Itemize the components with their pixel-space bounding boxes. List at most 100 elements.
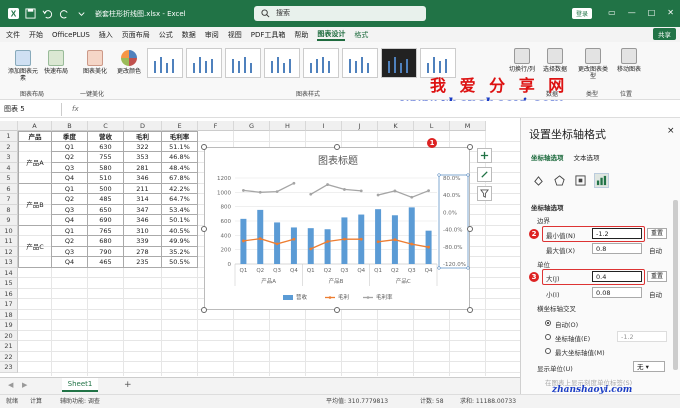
chart-styles-button[interactable]	[477, 167, 492, 182]
tab-file[interactable]: 文件	[6, 30, 20, 40]
chart-resize-handle[interactable]	[201, 226, 207, 232]
table-cell[interactable]: Q4	[52, 257, 88, 268]
row-header[interactable]: 10	[0, 225, 18, 236]
table-cell[interactable]: Q1	[52, 225, 88, 236]
row-header[interactable]: 19	[0, 320, 18, 331]
row-header[interactable]: 16	[0, 288, 18, 299]
table-header-cell[interactable]: 季度	[52, 131, 88, 142]
row-header[interactable]: 8	[0, 204, 18, 215]
chart-resize-handle[interactable]	[334, 307, 340, 313]
chart-style-4[interactable]	[264, 48, 300, 78]
customize-toolbar-icon[interactable]	[76, 8, 87, 19]
table-cell[interactable]: 755	[88, 152, 124, 163]
effects-icon[interactable]	[552, 173, 567, 188]
table-cell[interactable]: 314	[124, 194, 162, 205]
size-properties-icon[interactable]	[573, 173, 588, 188]
table-cell[interactable]: 790	[88, 246, 124, 257]
table-cell[interactable]: Q4	[52, 173, 88, 184]
product-cell[interactable]: 产品C	[18, 225, 52, 268]
column-header[interactable]: E	[162, 121, 198, 131]
row-header[interactable]: 2	[0, 141, 18, 152]
axis-options-icon[interactable]	[594, 173, 609, 188]
table-cell[interactable]: 510	[88, 173, 124, 184]
max-value-input[interactable]: 0.8	[592, 243, 642, 254]
tab-axis-options[interactable]: 坐标轴选项	[531, 152, 564, 162]
table-cell[interactable]: 485	[88, 194, 124, 205]
table-cell[interactable]: Q1	[52, 141, 88, 152]
switch-row-column-button[interactable]: 切换行/列	[506, 48, 538, 73]
save-icon[interactable]	[25, 8, 36, 19]
chart-resize-handle[interactable]	[201, 307, 207, 313]
table-cell[interactable]: 322	[124, 141, 162, 152]
cross-value-radio[interactable]	[545, 334, 551, 340]
table-cell[interactable]: Q2	[52, 236, 88, 247]
table-cell[interactable]: 465	[88, 257, 124, 268]
chart-elements-button[interactable]	[477, 148, 492, 163]
select-data-button[interactable]: 选择数据	[540, 48, 570, 73]
table-cell[interactable]: 650	[88, 204, 124, 215]
table-cell[interactable]: Q3	[52, 204, 88, 215]
table-cell[interactable]: Q3	[52, 246, 88, 257]
table-cell[interactable]: Q2	[52, 152, 88, 163]
share-button[interactable]: 共享	[653, 28, 676, 40]
maximize-icon[interactable]: □	[648, 8, 656, 17]
table-cell[interactable]: Q3	[52, 162, 88, 173]
product-cell[interactable]: 产品A	[18, 141, 52, 184]
table-cell[interactable]: 42.2%	[162, 183, 198, 194]
table-cell[interactable]: 347	[124, 204, 162, 215]
tab-text-options[interactable]: 文本选项	[574, 152, 600, 162]
login-button[interactable]: 登录	[572, 8, 593, 19]
table-cell[interactable]: 50.1%	[162, 215, 198, 226]
major-unit-input[interactable]: 0.4	[592, 271, 642, 282]
ribbon-display-icon[interactable]: ▭	[608, 8, 616, 17]
column-header[interactable]: A	[18, 121, 52, 131]
prev-sheet-icon[interactable]: ◀	[8, 381, 13, 389]
column-header[interactable]: K	[378, 121, 414, 131]
section-axis-options[interactable]: 坐标轴选项	[531, 202, 564, 212]
table-cell[interactable]: 346	[124, 173, 162, 184]
row-header[interactable]: 4	[0, 162, 18, 173]
table-header-cell[interactable]: 毛利率	[162, 131, 198, 142]
row-header[interactable]: 7	[0, 194, 18, 205]
tab-data[interactable]: 数据	[182, 30, 196, 40]
table-cell[interactable]: 211	[124, 183, 162, 194]
table-cell[interactable]: 67.8%	[162, 173, 198, 184]
min-value-input[interactable]: -1.2	[592, 228, 642, 239]
row-header[interactable]: 17	[0, 299, 18, 310]
column-header[interactable]: H	[270, 121, 306, 131]
panel-scrollbar[interactable]	[673, 200, 678, 370]
search-box[interactable]: 搜索	[254, 6, 426, 21]
table-cell[interactable]: 630	[88, 141, 124, 152]
column-header[interactable]: G	[234, 121, 270, 131]
column-header[interactable]: J	[342, 121, 378, 131]
fill-line-icon[interactable]	[531, 173, 546, 188]
table-cell[interactable]: 40.5%	[162, 225, 198, 236]
chart-style-6[interactable]	[342, 48, 378, 78]
chart-style-7[interactable]	[381, 48, 417, 78]
chart-resize-handle[interactable]	[467, 307, 473, 313]
tab-review[interactable]: 审阅	[205, 30, 219, 40]
undo-icon[interactable]	[42, 8, 53, 19]
table-cell[interactable]: 53.4%	[162, 204, 198, 215]
cross-max-radio[interactable]	[545, 348, 551, 354]
close-panel-icon[interactable]: ×	[667, 126, 675, 136]
min-reset-button[interactable]: 重置	[647, 228, 667, 239]
row-header[interactable]: 18	[0, 309, 18, 320]
status-calc[interactable]: 计算	[30, 395, 42, 408]
chart-resize-handle[interactable]	[334, 144, 340, 150]
sheet-tab-sheet1[interactable]: Sheet1	[62, 378, 98, 392]
tab-officeplus[interactable]: OfficePLUS	[52, 31, 90, 39]
tab-view[interactable]: 视图	[228, 30, 242, 40]
close-icon[interactable]: ✕	[667, 8, 674, 17]
tab-insert[interactable]: 插入	[99, 30, 113, 40]
product-cell[interactable]: 产品B	[18, 183, 52, 226]
quick-layout-button[interactable]: 快速布局	[42, 50, 70, 75]
tab-pdf-toolbox[interactable]: PDF工具箱	[251, 30, 286, 40]
column-header[interactable]: I	[306, 121, 342, 131]
table-cell[interactable]: 353	[124, 152, 162, 163]
minimize-icon[interactable]: —	[628, 8, 636, 17]
change-chart-type-button[interactable]: 更改图表类型	[578, 48, 608, 80]
chart-resize-handle[interactable]	[201, 144, 207, 150]
row-header[interactable]: 1	[0, 131, 18, 142]
row-header[interactable]: 23	[0, 362, 18, 373]
